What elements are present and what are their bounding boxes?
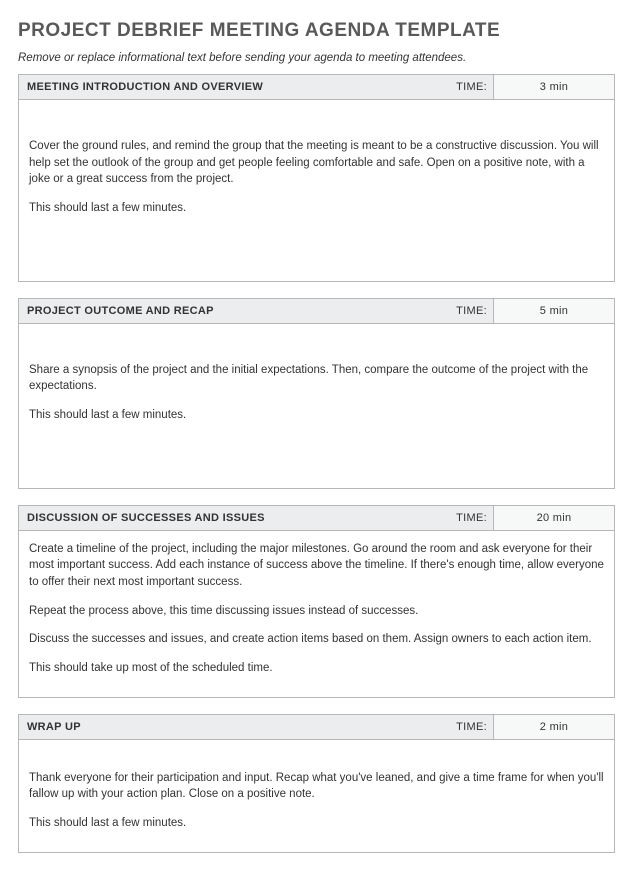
section-header: WRAP UP TIME: 2 min [19, 715, 614, 740]
instruction-text: Remove or replace informational text bef… [18, 52, 615, 64]
section-body: Create a timeline of the project, includ… [19, 531, 614, 697]
agenda-section: PROJECT OUTCOME AND RECAP TIME: 5 min Sh… [18, 298, 615, 489]
section-paragraph: Discuss the successes and issues, and cr… [29, 631, 604, 648]
agenda-section: MEETING INTRODUCTION AND OVERVIEW TIME: … [18, 74, 615, 282]
time-value: 2 min [494, 715, 614, 739]
section-paragraph: This should last a few minutes. [29, 407, 604, 424]
time-label: TIME: [411, 75, 494, 99]
section-paragraph: Thank everyone for their participation a… [29, 770, 604, 803]
time-label: TIME: [411, 715, 494, 739]
section-name: WRAP UP [19, 715, 411, 739]
section-name: DISCUSSION OF SUCCESSES AND ISSUES [19, 506, 411, 530]
section-header: PROJECT OUTCOME AND RECAP TIME: 5 min [19, 299, 614, 324]
section-paragraph: Create a timeline of the project, includ… [29, 541, 604, 591]
section-header: MEETING INTRODUCTION AND OVERVIEW TIME: … [19, 75, 614, 100]
section-paragraph: Cover the ground rules, and remind the g… [29, 138, 604, 188]
section-body: Cover the ground rules, and remind the g… [19, 100, 614, 281]
time-value: 3 min [494, 75, 614, 99]
section-paragraph: Repeat the process above, this time disc… [29, 603, 604, 620]
section-paragraph: This should take up most of the schedule… [29, 660, 604, 677]
section-paragraph: This should last a few minutes. [29, 815, 604, 832]
agenda-section: DISCUSSION OF SUCCESSES AND ISSUES TIME:… [18, 505, 615, 698]
section-name: PROJECT OUTCOME AND RECAP [19, 299, 411, 323]
time-value: 5 min [494, 299, 614, 323]
section-body: Share a synopsis of the project and the … [19, 324, 614, 488]
page-title: PROJECT DEBRIEF MEETING AGENDA TEMPLATE [18, 20, 615, 42]
agenda-section: WRAP UP TIME: 2 min Thank everyone for t… [18, 714, 615, 853]
section-paragraph: This should last a few minutes. [29, 200, 604, 217]
section-paragraph: Share a synopsis of the project and the … [29, 362, 604, 395]
time-value: 20 min [494, 506, 614, 530]
section-name: MEETING INTRODUCTION AND OVERVIEW [19, 75, 411, 99]
section-header: DISCUSSION OF SUCCESSES AND ISSUES TIME:… [19, 506, 614, 531]
section-body: Thank everyone for their participation a… [19, 740, 614, 852]
time-label: TIME: [411, 299, 494, 323]
time-label: TIME: [411, 506, 494, 530]
